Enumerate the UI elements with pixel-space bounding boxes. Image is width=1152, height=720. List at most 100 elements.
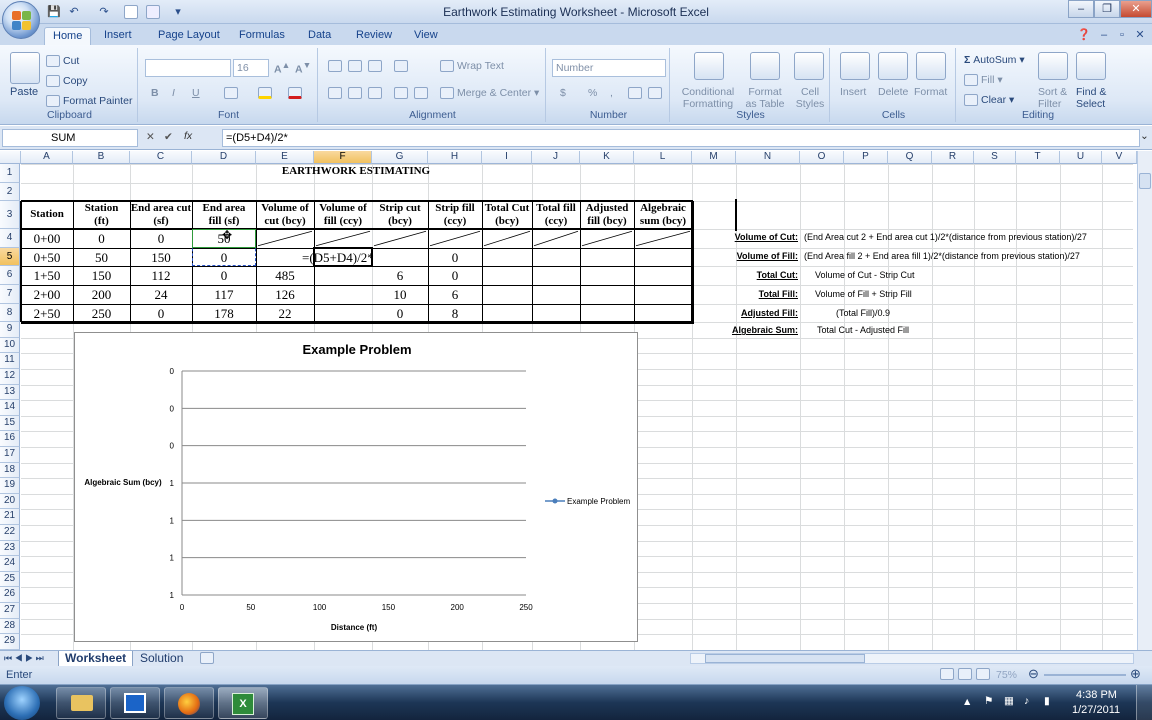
cell-c5[interactable]: 150 — [130, 250, 192, 266]
accept-icon[interactable]: ✔ — [164, 131, 173, 143]
currency-button[interactable]: $ — [560, 87, 566, 99]
format-as-table-icon[interactable] — [750, 52, 780, 80]
vertical-scrollbar[interactable] — [1137, 151, 1152, 650]
clock-time[interactable]: 4:38 PM — [1076, 689, 1117, 701]
column-header-f[interactable]: F — [314, 151, 372, 164]
cell-a6[interactable]: 1+50 — [21, 268, 73, 284]
sheet-tab-solution[interactable]: Solution — [134, 651, 189, 667]
customize-toolbar-icon[interactable]: ▾ — [170, 4, 186, 20]
cell-e8[interactable]: 22 — [256, 306, 314, 322]
cut-button[interactable]: Cut — [46, 55, 79, 68]
align-left-icon[interactable] — [328, 87, 345, 100]
column-header-u[interactable]: U — [1060, 151, 1102, 164]
column-header-m[interactable]: M — [692, 151, 736, 164]
app-taskbar-icon[interactable] — [110, 687, 160, 719]
cell-d7[interactable]: 117 — [192, 287, 256, 303]
insert-cells-icon[interactable] — [840, 52, 870, 80]
maximize-button[interactable]: ❐ — [1094, 0, 1120, 18]
tab-data[interactable]: Data — [300, 27, 339, 46]
merge-center-button[interactable]: Merge & Center ▾ — [440, 87, 539, 100]
row-header-24[interactable]: 24 — [0, 556, 20, 572]
zoom-in-icon[interactable]: ⊕ — [1130, 666, 1141, 682]
battery-icon[interactable]: ▮ — [1044, 695, 1050, 707]
flag-icon[interactable]: ⚑ — [984, 695, 993, 707]
font-size-select[interactable]: 16 — [233, 59, 269, 77]
align-middle-icon[interactable] — [348, 60, 365, 73]
clock-date[interactable]: 1/27/2011 — [1072, 704, 1120, 716]
header-col-d[interactable]: End area fill (sf) — [192, 202, 256, 228]
italic-button[interactable]: I — [172, 87, 175, 99]
header-col-k[interactable]: Adjusted fill (bcy) — [580, 202, 634, 228]
header-col-j[interactable]: Total fill (ccy) — [532, 202, 580, 228]
column-header-q[interactable]: Q — [888, 151, 932, 164]
help-icon[interactable]: ❓ — [1076, 27, 1092, 43]
minimize-button[interactable]: – — [1068, 0, 1094, 18]
column-header-o[interactable]: O — [800, 151, 844, 164]
align-center-icon[interactable] — [348, 87, 365, 100]
orientation-icon[interactable] — [394, 60, 411, 73]
close-button[interactable]: ✕ — [1120, 0, 1152, 18]
header-col-g[interactable]: Strip cut (bcy) — [372, 202, 428, 228]
row-header-12[interactable]: 12 — [0, 369, 20, 385]
cell-c4[interactable]: 0 — [130, 231, 192, 247]
shrink-font-icon[interactable]: A▼ — [295, 60, 311, 76]
row-header-16[interactable]: 16 — [0, 431, 20, 447]
row-header-6[interactable]: 6 — [0, 266, 20, 285]
row-header-21[interactable]: 21 — [0, 509, 20, 525]
cell-styles-icon[interactable] — [794, 52, 824, 80]
column-header-e[interactable]: E — [256, 151, 314, 164]
cell-g6[interactable]: 6 — [372, 268, 428, 284]
align-right-icon[interactable] — [368, 87, 385, 100]
column-header-t[interactable]: T — [1016, 151, 1060, 164]
column-header-r[interactable]: R — [932, 151, 974, 164]
column-header-c[interactable]: C — [130, 151, 192, 164]
row-header-5[interactable]: 5 — [0, 247, 20, 267]
increase-decimal-icon[interactable] — [628, 87, 645, 100]
insert-cells-button[interactable]: Insert — [840, 86, 866, 98]
row-header-18[interactable]: 18 — [0, 462, 20, 479]
column-header-b[interactable]: B — [73, 151, 130, 164]
zoom-out-icon[interactable]: ⊖ — [1028, 666, 1039, 682]
header-col-b[interactable]: Station (ft) — [73, 202, 130, 228]
cell-e7[interactable]: 126 — [256, 287, 314, 303]
row-header-11[interactable]: 11 — [0, 353, 20, 369]
column-header-d[interactable]: D — [192, 151, 256, 164]
vertical-scroll-thumb[interactable] — [1139, 173, 1151, 189]
font-color-icon[interactable] — [288, 87, 305, 100]
grow-font-icon[interactable]: A▲ — [274, 60, 290, 76]
find-select-button[interactable]: Find & Select — [1076, 86, 1106, 110]
row-header-17[interactable]: 17 — [0, 447, 20, 463]
paste-button[interactable]: Paste — [10, 86, 38, 98]
insert-function-icon[interactable]: fx — [184, 130, 192, 142]
firefox-taskbar-icon[interactable] — [164, 687, 214, 719]
column-header-g[interactable]: G — [372, 151, 428, 164]
format-cells-button[interactable]: Format — [914, 86, 947, 98]
ribbon-close-icon[interactable]: ✕ — [1132, 27, 1148, 43]
increase-indent-icon[interactable] — [414, 87, 431, 100]
horizontal-scroll-thumb[interactable] — [705, 654, 865, 663]
percent-button[interactable]: % — [588, 87, 597, 99]
font-name-select[interactable] — [145, 59, 231, 77]
row-header-22[interactable]: 22 — [0, 525, 20, 541]
cell-h6[interactable]: 0 — [428, 268, 482, 284]
tab-formulas[interactable]: Formulas — [231, 27, 293, 46]
row-header-27[interactable]: 27 — [0, 603, 20, 619]
delete-cells-button[interactable]: Delete — [878, 86, 908, 98]
sort-filter-icon[interactable] — [1038, 52, 1068, 80]
row-header-20[interactable]: 20 — [0, 493, 20, 510]
row-header-19[interactable]: 19 — [0, 478, 20, 494]
cell-a8[interactable]: 2+50 — [21, 306, 73, 322]
row-header-1[interactable]: 1 — [0, 164, 20, 183]
column-header-s[interactable]: S — [974, 151, 1016, 164]
header-col-c[interactable]: End area cut (sf) — [130, 202, 192, 228]
cell-b6[interactable]: 150 — [73, 268, 130, 284]
row-header-4[interactable]: 4 — [0, 229, 20, 248]
column-header-p[interactable]: P — [844, 151, 888, 164]
zoom-slider[interactable] — [1044, 674, 1126, 676]
column-header-i[interactable]: I — [482, 151, 532, 164]
page-break-view-icon[interactable] — [976, 668, 993, 681]
cell-b7[interactable]: 200 — [73, 287, 130, 303]
column-header-l[interactable]: L — [634, 151, 692, 164]
row-header-2[interactable]: 2 — [0, 182, 20, 202]
comma-style-icon[interactable]: , — [610, 87, 613, 99]
